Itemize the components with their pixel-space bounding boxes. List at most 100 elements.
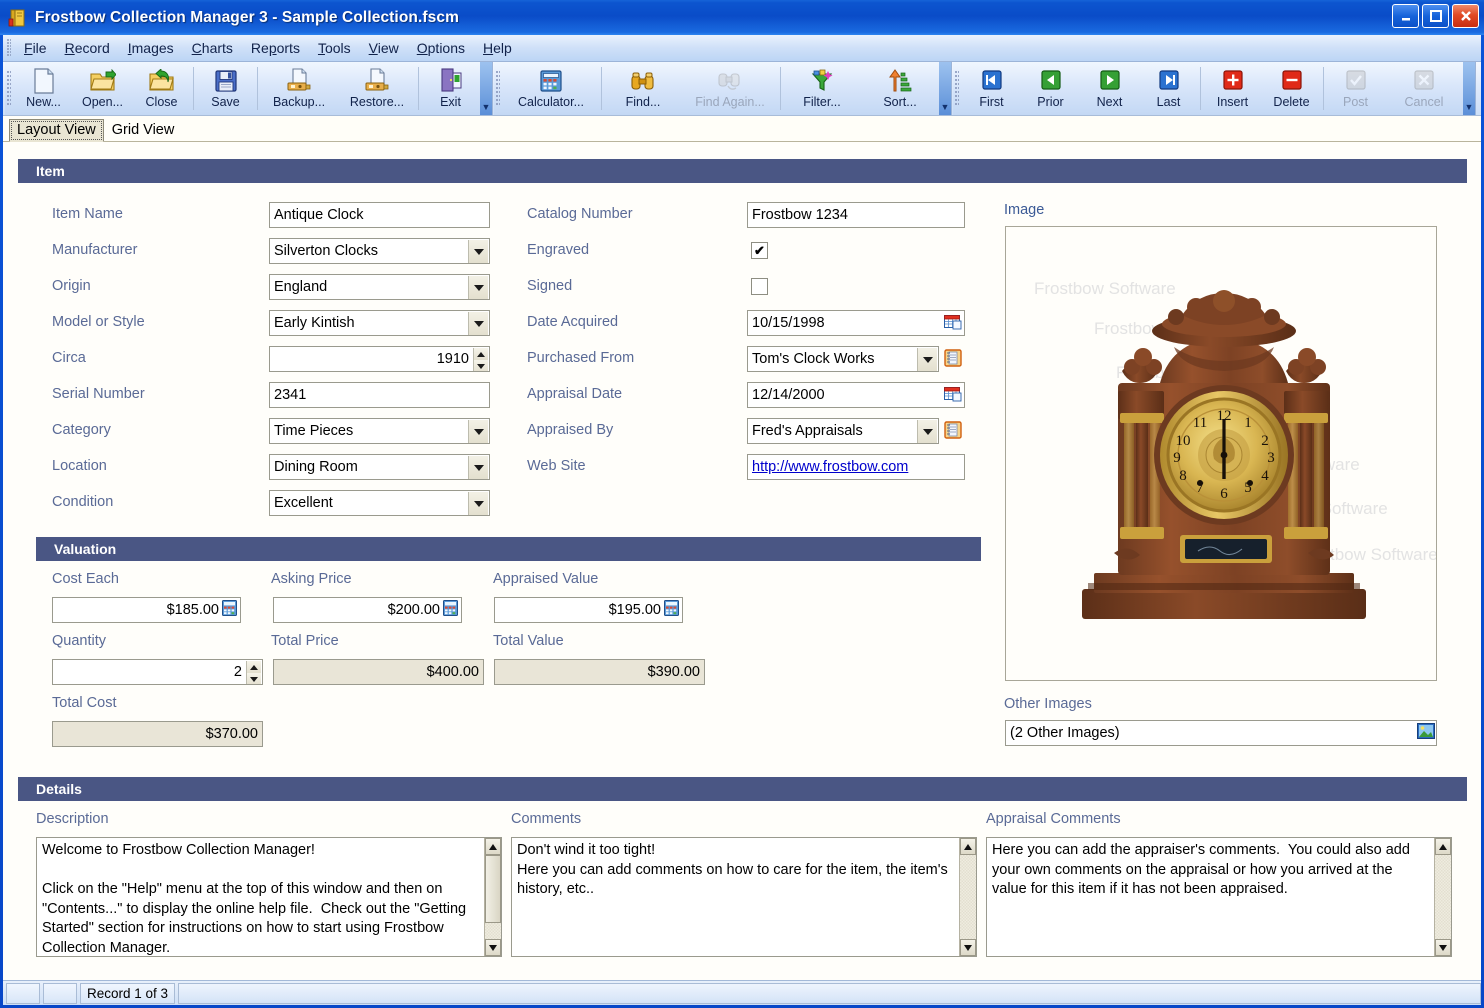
toolbar-restore-button[interactable]: Restore... xyxy=(338,62,416,115)
input-other-images[interactable]: (2 Other Images) xyxy=(1005,720,1437,746)
toolbar-overflow-tools[interactable]: ▼ xyxy=(939,62,951,115)
chevron-down-icon[interactable] xyxy=(468,276,488,299)
textarea-description[interactable]: Welcome to Frostbow Collection Manager! … xyxy=(36,837,502,957)
input-date-acquired[interactable]: 10/15/1998 xyxy=(747,310,965,336)
scroll-up-icon[interactable] xyxy=(485,838,501,855)
toolbar-find-button[interactable]: Find... xyxy=(604,62,682,115)
calendar-icon[interactable] xyxy=(944,385,962,403)
circa-spinner-buttons[interactable] xyxy=(473,348,488,371)
toolbar-first-button[interactable]: First xyxy=(962,62,1021,115)
toolbar-open-button[interactable]: Open... xyxy=(73,62,132,115)
menu-reports[interactable]: Reports xyxy=(242,37,309,59)
input-appraisal-date[interactable]: 12/14/2000 xyxy=(747,382,965,408)
chevron-down-icon[interactable] xyxy=(468,456,488,479)
quantity-spinner-buttons[interactable] xyxy=(246,661,261,684)
picture-icon[interactable] xyxy=(1417,723,1435,741)
toolbar-exit-button[interactable]: Exit xyxy=(421,62,480,115)
checkbox-engraved[interactable]: ✔ xyxy=(751,242,768,259)
combo-appraised-by[interactable]: Fred's Appraisals xyxy=(747,418,939,444)
scroll-down-icon[interactable] xyxy=(1435,939,1451,956)
toolbar-find-again-button[interactable]: Find Again... xyxy=(682,62,778,115)
comments-scrollbar[interactable] xyxy=(959,838,976,956)
input-appraised-value[interactable]: $195.00 xyxy=(494,597,683,623)
combo-location[interactable]: Dining Room xyxy=(269,454,490,480)
toolbar-sort-button[interactable]: Sort... xyxy=(861,62,939,115)
description-scrollbar[interactable] xyxy=(484,838,501,956)
tab-grid-view[interactable]: Grid View xyxy=(104,119,183,142)
scrollbar-track[interactable] xyxy=(960,855,976,939)
menu-file[interactable]: File xyxy=(15,37,56,59)
calendar-icon[interactable] xyxy=(944,313,962,331)
comments-text[interactable]: Don't wind it too tight! Here you can ad… xyxy=(512,838,959,956)
scroll-up-icon[interactable] xyxy=(960,838,976,855)
toolbar-save-button[interactable]: Save xyxy=(196,62,255,115)
combo-condition[interactable]: Excellent xyxy=(269,490,490,516)
menu-help[interactable]: Help xyxy=(474,37,521,59)
scrollbar-track[interactable] xyxy=(1435,855,1451,939)
textarea-appraisal-comments[interactable]: Here you can add the appraiser's comment… xyxy=(986,837,1452,957)
toolbar-overflow-file[interactable]: ▼ xyxy=(480,62,492,115)
toolbar-delete-button[interactable]: Delete xyxy=(1262,62,1321,115)
toolbar-gripper-nav[interactable] xyxy=(955,70,959,107)
close-button[interactable] xyxy=(1452,4,1479,28)
scroll-down-icon[interactable] xyxy=(485,939,501,956)
toolbar-new-button[interactable]: New... xyxy=(14,62,73,115)
chevron-down-icon[interactable] xyxy=(468,240,488,263)
chevron-down-icon[interactable] xyxy=(468,492,488,515)
toolbar-cancel-button[interactable]: Cancel xyxy=(1385,62,1463,115)
menu-gripper[interactable] xyxy=(7,39,11,57)
maximize-button[interactable] xyxy=(1422,4,1449,28)
input-cost-each[interactable]: $185.00 xyxy=(52,597,241,623)
description-text[interactable]: Welcome to Frostbow Collection Manager! … xyxy=(37,838,484,956)
toolbar-insert-button[interactable]: Insert xyxy=(1203,62,1262,115)
toolbar-close-button[interactable]: Close xyxy=(132,62,191,115)
spinner-quantity[interactable]: 2 xyxy=(52,659,263,685)
toolbar-overflow-nav[interactable]: ▼ xyxy=(1463,62,1475,115)
scrollbar-thumb[interactable] xyxy=(485,855,501,923)
address-book-icon[interactable] xyxy=(944,421,962,439)
menu-record[interactable]: Record xyxy=(56,37,119,59)
menu-view[interactable]: View xyxy=(360,37,408,59)
combo-model-or-style[interactable]: Early Kintish xyxy=(269,310,490,336)
toolbar-gripper-tools[interactable] xyxy=(496,70,500,107)
toolbar-last-button[interactable]: Last xyxy=(1139,62,1198,115)
input-asking-price[interactable]: $200.00 xyxy=(273,597,462,623)
toolbar-calculator-button[interactable]: Calculator... xyxy=(503,62,599,115)
menu-options[interactable]: Options xyxy=(408,37,474,59)
menu-tools[interactable]: Tools xyxy=(309,37,360,59)
scroll-up-icon[interactable] xyxy=(1435,838,1451,855)
scrollbar-track[interactable] xyxy=(485,923,501,939)
scroll-down-icon[interactable] xyxy=(960,939,976,956)
image-preview-panel[interactable]: Frostbow Software Frostbow Software Fros… xyxy=(1005,226,1437,681)
input-catalog-number[interactable]: Frostbow 1234 xyxy=(747,202,965,228)
toolbar-filter-button[interactable]: Filter... xyxy=(783,62,861,115)
menu-charts[interactable]: Charts xyxy=(183,37,242,59)
input-serial-number[interactable]: 2341 xyxy=(269,382,490,408)
input-item-name[interactable]: Antique Clock xyxy=(269,202,490,228)
toolbar-prior-button[interactable]: Prior xyxy=(1021,62,1080,115)
minimize-button[interactable] xyxy=(1392,4,1419,28)
appraisal-comments-text[interactable]: Here you can add the appraiser's comment… xyxy=(987,838,1434,956)
checkbox-signed[interactable] xyxy=(751,278,768,295)
calculator-icon[interactable] xyxy=(664,600,679,616)
combo-manufacturer[interactable]: Silverton Clocks xyxy=(269,238,490,264)
chevron-down-icon[interactable] xyxy=(917,420,937,443)
combo-purchased-from[interactable]: Tom's Clock Works xyxy=(747,346,939,372)
spinner-circa[interactable]: 1910 xyxy=(269,346,490,372)
input-web-site[interactable]: http://www.frostbow.com xyxy=(747,454,965,480)
address-book-icon[interactable] xyxy=(944,349,962,367)
toolbar-post-button[interactable]: Post xyxy=(1326,62,1385,115)
toolbar-gripper-file[interactable] xyxy=(7,70,11,107)
toolbar-next-button[interactable]: Next xyxy=(1080,62,1139,115)
toolbar-backup-button[interactable]: Backup... xyxy=(260,62,338,115)
combo-category[interactable]: Time Pieces xyxy=(269,418,490,444)
textarea-comments[interactable]: Don't wind it too tight! Here you can ad… xyxy=(511,837,977,957)
chevron-down-icon[interactable] xyxy=(468,312,488,335)
tab-layout-view[interactable]: Layout View xyxy=(9,119,104,142)
chevron-down-icon[interactable] xyxy=(468,420,488,443)
website-link[interactable]: http://www.frostbow.com xyxy=(752,459,908,475)
calculator-icon[interactable] xyxy=(222,600,237,616)
menu-images[interactable]: Images xyxy=(119,37,183,59)
appraisal-comments-scrollbar[interactable] xyxy=(1434,838,1451,956)
combo-origin[interactable]: England xyxy=(269,274,490,300)
